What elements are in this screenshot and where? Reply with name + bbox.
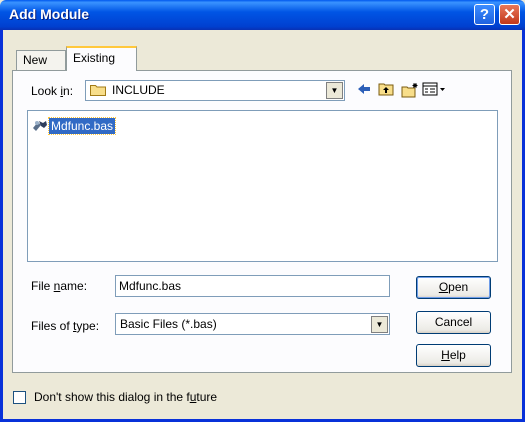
help-button[interactable]: Help: [416, 344, 491, 367]
file-name-label-text: File name:: [31, 279, 88, 293]
cancel-button[interactable]: Cancel: [416, 311, 491, 334]
chevron-down-icon[interactable]: ▼: [371, 316, 388, 333]
folder-icon: [90, 85, 106, 96]
folder-up-icon[interactable]: [377, 82, 395, 98]
new-folder-icon[interactable]: [401, 82, 419, 98]
file-name-label: Mdfunc.bas: [47, 117, 117, 135]
file-list[interactable]: Mdfunc.bas: [27, 110, 498, 262]
dont-show-checkbox[interactable]: [13, 391, 26, 404]
help-title-button[interactable]: ?: [474, 4, 495, 25]
views-menu-icon[interactable]: [421, 82, 447, 98]
title-bar: Add Module ? ✕: [0, 0, 525, 30]
basic-module-icon: [33, 121, 47, 131]
look-in-value: INCLUDE: [112, 83, 165, 97]
tab-existing[interactable]: Existing: [66, 46, 137, 71]
chevron-down-icon[interactable]: ▼: [326, 82, 343, 99]
files-of-type-combo[interactable]: Basic Files (*.bas) ▼: [115, 313, 390, 335]
dont-show-label: Don't show this dialog in the future: [34, 390, 218, 404]
files-of-type-value: Basic Files (*.bas): [120, 317, 217, 331]
look-in-combo[interactable]: INCLUDE ▼: [85, 80, 345, 101]
close-button[interactable]: ✕: [499, 4, 520, 25]
look-in-label: Look in:: [31, 84, 74, 98]
file-name-input[interactable]: Mdfunc.bas: [115, 275, 390, 297]
open-button[interactable]: Open: [416, 276, 491, 299]
tab-new[interactable]: New: [16, 50, 66, 70]
files-of-type-label: Files of type:: [31, 319, 100, 333]
arrow-left-icon[interactable]: [355, 82, 373, 98]
window-title: Add Module: [9, 6, 90, 22]
